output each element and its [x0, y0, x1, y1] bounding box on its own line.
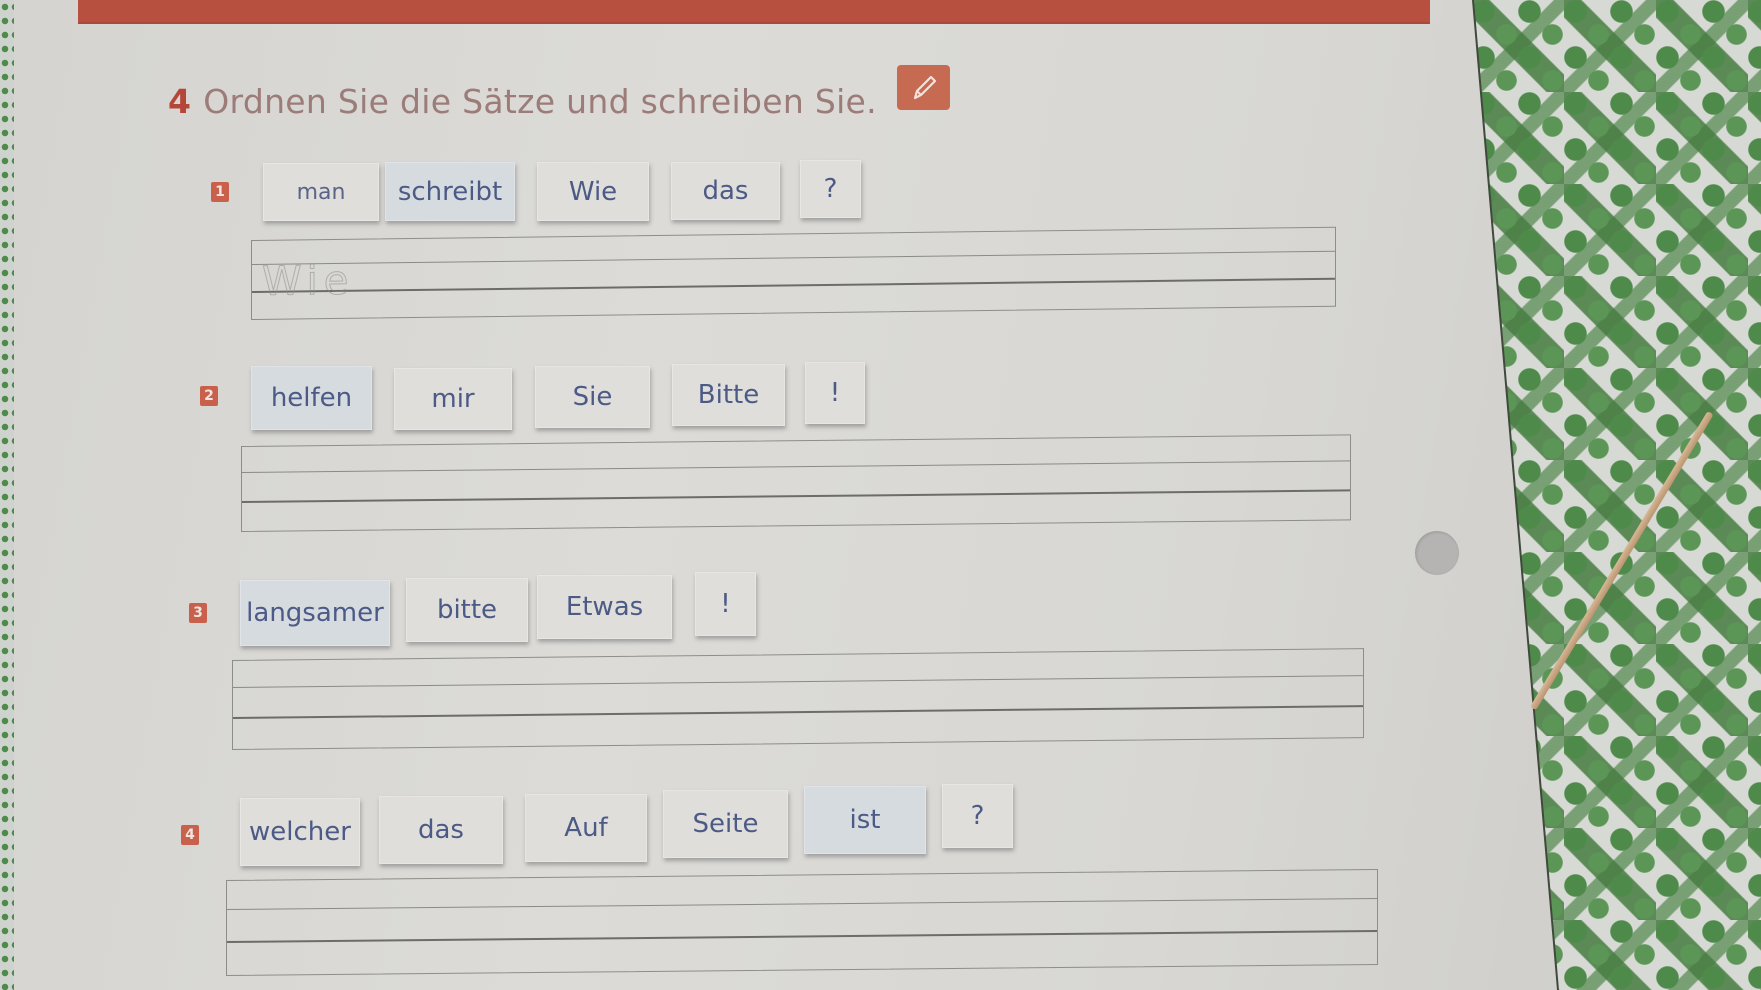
- word-tile[interactable]: bitte: [406, 578, 528, 642]
- word-tile[interactable]: Seite: [663, 790, 788, 858]
- base-line: [233, 705, 1363, 720]
- word-tile[interactable]: Bitte: [672, 364, 785, 426]
- task-4-badge: 4: [181, 825, 199, 845]
- word-tile[interactable]: Etwas: [537, 575, 672, 639]
- answer-lines-1[interactable]: Wie: [251, 226, 1336, 320]
- tablecloth-left-strip: [0, 0, 14, 990]
- exercise-instruction: Ordnen Sie die Sätze und schreiben Sie.: [203, 82, 877, 121]
- task-3-badge: 3: [189, 603, 207, 623]
- punched-hole: [1415, 531, 1459, 575]
- word-tile[interactable]: !: [805, 362, 865, 424]
- guide-line: [233, 675, 1363, 689]
- word-tile[interactable]: !: [695, 572, 756, 636]
- word-tile[interactable]: helfen: [251, 366, 372, 430]
- word-tile[interactable]: mir: [394, 368, 512, 430]
- guide-line: [242, 460, 1350, 474]
- answer-lines-3[interactable]: [232, 648, 1364, 750]
- base-line: [242, 489, 1350, 503]
- word-tile[interactable]: Auf: [525, 794, 647, 862]
- exercise-title: 4 Ordnen Sie die Sätze und schreiben Sie.: [168, 82, 877, 121]
- pencil-icon: [897, 65, 950, 110]
- exercise-number: 4: [168, 82, 192, 121]
- pencil-glyph: [913, 75, 936, 99]
- answer-lines-2[interactable]: [241, 434, 1351, 532]
- word-tile[interactable]: welcher: [240, 798, 360, 866]
- word-tile[interactable]: das: [671, 162, 780, 220]
- header-accent-bar: [78, 0, 1430, 24]
- answer-lines-4[interactable]: [226, 868, 1378, 976]
- base-line: [227, 930, 1377, 944]
- word-tile[interactable]: ?: [942, 784, 1013, 848]
- guide-line: [252, 251, 1335, 266]
- word-tile[interactable]: Sie: [535, 366, 650, 428]
- word-tile[interactable]: ?: [800, 160, 861, 218]
- word-tile[interactable]: ist: [804, 786, 926, 854]
- word-tile[interactable]: schreibt: [385, 162, 515, 221]
- word-tile[interactable]: langsamer: [240, 580, 390, 646]
- guide-line: [227, 898, 1377, 911]
- word-tile[interactable]: man: [263, 163, 379, 221]
- base-line: [252, 277, 1335, 293]
- task-1-badge: 1: [211, 182, 229, 202]
- answer-hint-text: Wie: [262, 257, 355, 305]
- word-tile[interactable]: Wie: [537, 162, 649, 221]
- task-2-badge: 2: [200, 386, 218, 406]
- word-tile[interactable]: das: [379, 796, 503, 864]
